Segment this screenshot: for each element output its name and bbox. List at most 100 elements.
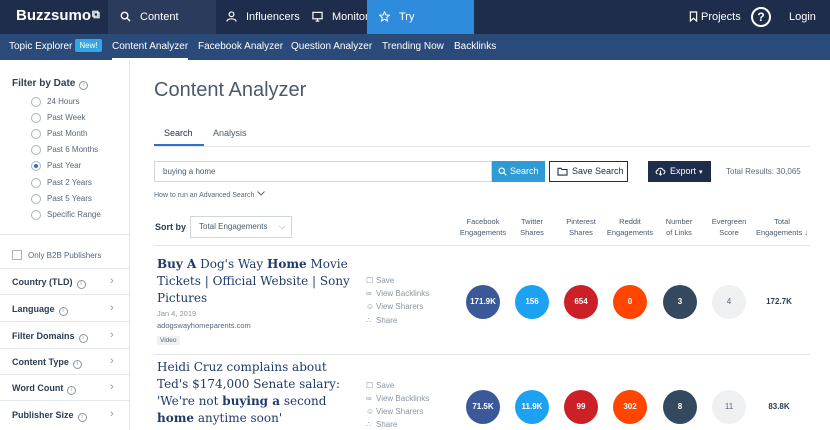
chevron-right-icon[interactable]: › [110, 275, 114, 287]
filter-label: Filter Domains [12, 331, 75, 341]
info-icon[interactable]: i [67, 386, 77, 395]
export-button[interactable]: Export ▾ [648, 161, 711, 182]
radio-button[interactable] [31, 178, 41, 188]
date-option-label: Specific Range [47, 210, 101, 219]
nav-influencers[interactable]: Influencers [214, 0, 312, 34]
info-icon[interactable]: i [79, 81, 89, 90]
chevron-right-icon[interactable]: › [110, 355, 114, 367]
advanced-search-link[interactable]: How to run an Advanced Search [154, 191, 266, 199]
view-backlinks-action[interactable]: ∞ View Backlinks [366, 289, 429, 299]
nav-try-pro[interactable]: Try BuzzSumo Pro [367, 0, 474, 91]
b2b-publishers-toggle[interactable]: Only B2B Publishers [12, 250, 101, 262]
share-action[interactable]: ∴ Share [366, 316, 397, 326]
nav-content-research[interactable]: Content Research [108, 0, 216, 57]
action-label: Share [376, 316, 398, 325]
radio-button[interactable] [31, 194, 41, 204]
subnav-content-analyzer[interactable]: Content Analyzer [112, 34, 189, 60]
top-navbar: Buzzsumo⧉ Content Research Influencers M… [0, 0, 830, 91]
subnav-topic-explorer-label: Topic Explorer [9, 41, 73, 52]
info-icon[interactable]: i [72, 360, 82, 369]
twitter-shares-badge: 11.9K [515, 390, 549, 424]
filter-by-date-title: Filter by Date i [12, 78, 89, 90]
col-label-line: Shares [520, 228, 544, 237]
filter-sidebar: Filter by Date i 24 Hours Past Week Past … [0, 60, 130, 430]
chevron-right-icon[interactable]: › [110, 302, 114, 314]
filter-domains[interactable]: Filter Domains i [12, 331, 120, 343]
row-divider [154, 354, 810, 355]
filter-word-count[interactable]: Word Count i [12, 383, 120, 395]
result-title-link[interactable]: Buy A Dog's Way Home Movie Tickets | Off… [157, 256, 357, 307]
search-button[interactable]: Search [492, 161, 545, 182]
col-label-line: Engagements ↓ [755, 228, 809, 237]
col-label-line: Facebook [466, 217, 500, 226]
search-input[interactable]: buying a home [154, 161, 492, 182]
chevron-right-icon[interactable]: › [110, 408, 114, 420]
save-search-button[interactable]: Save Search [549, 161, 628, 182]
radio-button[interactable] [31, 210, 41, 220]
reddit-engagements-badge: 0 [613, 285, 647, 319]
subnav-facebook-analyzer[interactable]: Facebook Analyzer [198, 34, 283, 60]
link-icon: ∞ [366, 289, 372, 298]
share-action[interactable]: ∴ Share [366, 420, 397, 430]
subnav-trending-now[interactable]: Trending Now [382, 34, 444, 60]
sidebar-divider [0, 374, 129, 375]
b2b-checkbox[interactable] [12, 250, 22, 260]
info-icon[interactable]: i [58, 307, 68, 316]
col-total-engagements[interactable]: Total Engagements ↓ [752, 216, 812, 238]
col-label-line: Number [665, 217, 693, 226]
tab-analysis[interactable]: Analysis [213, 128, 247, 138]
links-count-badge: 3 [663, 285, 697, 319]
subnav-question-analyzer[interactable]: Question Analyzer [291, 34, 372, 60]
col-label-line: Score [719, 228, 739, 237]
filter-country-tld[interactable]: Country (TLD) i [12, 277, 120, 289]
sort-select[interactable]: Total Engagements ⌵ [190, 216, 292, 238]
save-action[interactable]: ☐ Save [366, 381, 394, 391]
tab-search[interactable]: Search [164, 128, 193, 138]
filter-language[interactable]: Language i [12, 304, 120, 316]
info-icon[interactable]: i [78, 334, 88, 343]
info-icon[interactable]: i [76, 280, 86, 289]
view-sharers-action[interactable]: ☺ View Sharers [366, 407, 423, 417]
date-option-label: Past Week [47, 113, 86, 122]
radio-button[interactable] [31, 113, 41, 123]
title-keyword-highlight: Home [266, 257, 307, 271]
title-keyword-highlight: Buy A [157, 257, 197, 271]
radio-button-selected[interactable] [31, 161, 41, 171]
action-label: Save [376, 381, 395, 390]
nav-projects[interactable]: Projects [675, 0, 743, 34]
col-evergreen-score[interactable]: Evergreen Score [699, 216, 759, 238]
radio-button[interactable] [31, 145, 41, 155]
login-link[interactable]: Login [789, 11, 816, 23]
info-icon[interactable]: i [77, 413, 87, 422]
buzzsumo-logo[interactable]: Buzzsumo⧉ [16, 7, 100, 24]
help-icon[interactable]: ? [751, 7, 771, 27]
col-label-line: Engagements [606, 228, 654, 237]
chevron-right-icon[interactable]: › [110, 381, 114, 393]
sidebar-divider [0, 321, 129, 322]
caret-down-icon: ▾ [699, 169, 703, 176]
chevron-down-icon: ⌵ [279, 222, 286, 231]
save-action[interactable]: ☐ Save [366, 276, 394, 286]
radio-button[interactable] [31, 97, 41, 107]
sort-select-value: Total Engagements [199, 222, 268, 231]
result-domain[interactable]: adogswayhomeparents.com [157, 321, 251, 330]
view-backlinks-action[interactable]: ∞ View Backlinks [366, 394, 429, 404]
chevron-right-icon[interactable]: › [110, 329, 114, 341]
sub-navbar: Topic Explorer New! Content Analyzer Face… [0, 34, 830, 60]
action-label: View Backlinks [376, 289, 430, 298]
link-icon: ∞ [366, 394, 372, 403]
filter-content-type[interactable]: Content Type i [12, 357, 120, 369]
subnav-topic-explorer[interactable]: Topic Explorer New! [9, 34, 102, 60]
nav-monitoring[interactable]: Monitoring [300, 0, 383, 34]
view-sharers-action[interactable]: ☺ View Sharers [366, 302, 423, 312]
filter-publisher-size[interactable]: Publisher Size i [12, 410, 120, 422]
subnav-backlinks[interactable]: Backlinks [454, 34, 496, 60]
action-label: View Backlinks [376, 394, 430, 403]
filter-label: Word Count [12, 383, 64, 393]
result-title-link[interactable]: Heidi Cruz complains about Ted's $174,00… [157, 359, 357, 427]
filter-by-date-label: Filter by Date [12, 78, 76, 89]
result-date: Jan 4, 2019 [157, 309, 197, 318]
b2b-label: Only B2B Publishers [28, 251, 102, 260]
radio-button[interactable] [31, 129, 41, 139]
date-option-label: Past Month [47, 129, 88, 138]
